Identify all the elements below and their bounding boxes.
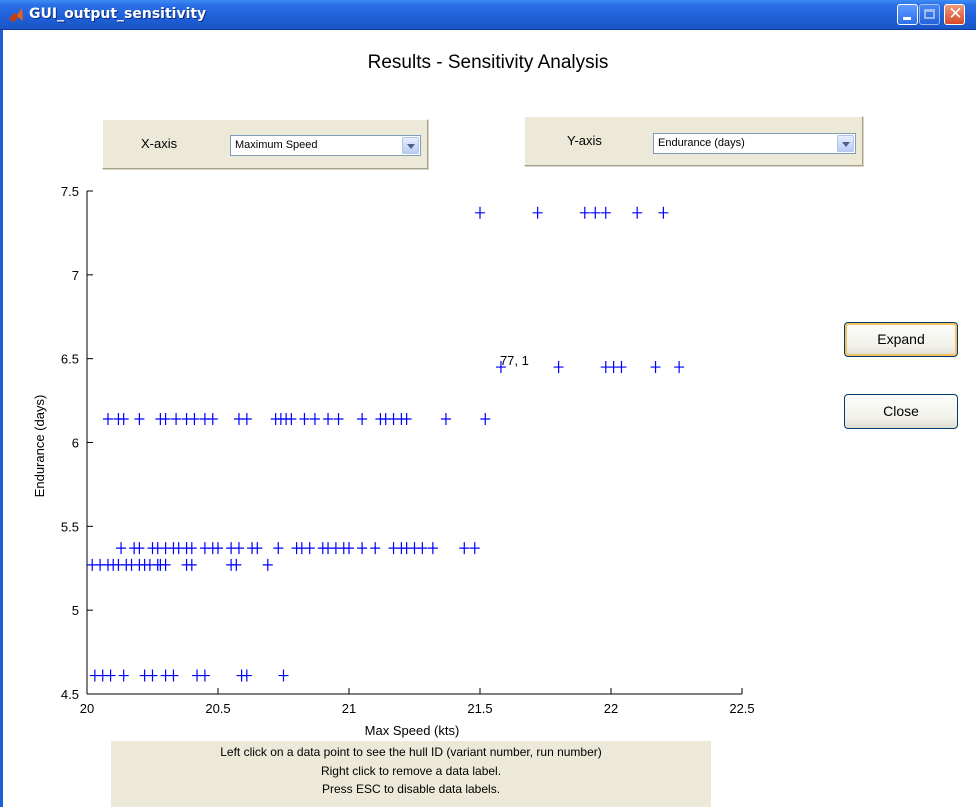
close-button[interactable]: Close xyxy=(844,394,958,429)
y-axis-selected-value: Endurance (days) xyxy=(658,137,745,149)
window-titlebar[interactable]: GUI_output_sensitivity ✕ xyxy=(0,0,976,30)
chevron-down-icon[interactable] xyxy=(402,137,419,154)
instruction-line: Press ESC to disable data labels. xyxy=(321,782,501,796)
x-axis-selected-value: Maximum Speed xyxy=(235,139,318,151)
window-title: GUI_output_sensitivity xyxy=(29,6,207,22)
y-axis-panel: Y-axis Endurance (days) xyxy=(524,116,863,166)
close-icon: ✕ xyxy=(948,4,963,24)
window-close-button[interactable]: ✕ xyxy=(944,4,965,25)
minimize-button[interactable] xyxy=(897,4,918,25)
x-axis-select[interactable]: Maximum Speed xyxy=(230,135,421,156)
page-title: Results - Sensitivity Analysis xyxy=(367,52,609,73)
instructions-box: Left click on a data point to see the hu… xyxy=(111,741,711,807)
maximize-icon xyxy=(924,9,935,19)
x-axis-panel: X-axis Maximum Speed xyxy=(102,119,428,169)
expand-button[interactable]: Expand xyxy=(844,322,958,357)
instruction-line: Right click to remove a data label. xyxy=(320,763,502,778)
instruction-line: Left click on a data point to see the hu… xyxy=(220,745,602,759)
chevron-down-icon[interactable] xyxy=(837,135,854,152)
minimize-icon xyxy=(903,17,911,20)
x-axis-label: X-axis xyxy=(141,136,178,151)
maximize-button[interactable] xyxy=(919,4,940,25)
matlab-icon xyxy=(9,8,23,22)
y-axis-label: Y-axis xyxy=(567,133,602,148)
y-axis-select[interactable]: Endurance (days) xyxy=(653,133,856,154)
